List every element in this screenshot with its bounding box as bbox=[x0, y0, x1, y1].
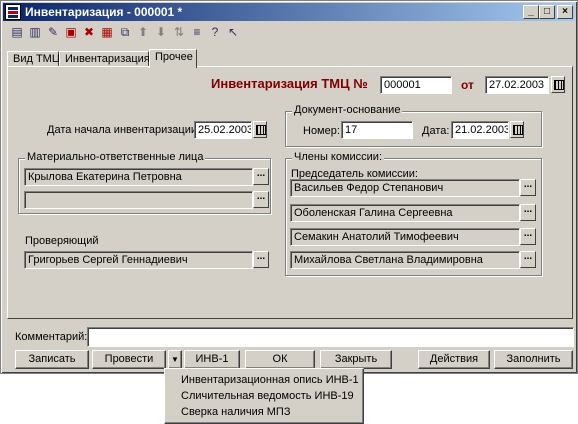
responsible-title: Материально-ответственные лица bbox=[25, 151, 206, 163]
select-button[interactable]: ... bbox=[520, 204, 536, 221]
tab-other[interactable]: Прочее bbox=[149, 49, 197, 68]
minimize-button[interactable]: _ bbox=[523, 5, 539, 19]
view-icon[interactable]: ▤ bbox=[9, 24, 25, 40]
basis-title: Документ-основание bbox=[292, 104, 403, 116]
calendar-icon[interactable] bbox=[510, 121, 524, 138]
checker-field[interactable]: Григорьев Сергей Геннадиевич bbox=[24, 251, 253, 269]
print-dropdown-menu: Инвентаризационная опись ИНВ-1 Сличитель… bbox=[164, 368, 364, 424]
ok-button[interactable]: ОК bbox=[245, 350, 315, 369]
whatsthis-icon[interactable]: ↖ bbox=[225, 24, 241, 40]
menu-item-inv1[interactable]: Инвентаризационная опись ИНВ-1 bbox=[181, 374, 359, 386]
tab-inventory[interactable]: Инвентаризация bbox=[59, 51, 150, 67]
maximize-button[interactable]: □ bbox=[539, 5, 555, 19]
close-form-button[interactable]: Закрыть bbox=[320, 350, 392, 369]
up-arrow-icon[interactable]: ⬆ bbox=[135, 24, 151, 40]
sort-icon[interactable]: ⇅ bbox=[171, 24, 187, 40]
filter-icon[interactable]: ≡ bbox=[189, 24, 205, 40]
fill-button[interactable]: Заполнить bbox=[494, 350, 573, 369]
title-bar[interactable]: Инвентаризация - 000001 * _ □ × bbox=[3, 3, 575, 21]
down-arrow-icon[interactable]: ⬇ bbox=[153, 24, 169, 40]
start-date-field[interactable]: 25.02.2003 bbox=[194, 121, 252, 139]
basis-number-label: Номер: bbox=[303, 125, 340, 137]
select-button[interactable]: ... bbox=[520, 179, 536, 196]
copy-icon[interactable]: ⧉ bbox=[117, 24, 133, 40]
edit-icon[interactable]: ✎ bbox=[45, 24, 61, 40]
post-button[interactable]: Провести bbox=[92, 350, 166, 369]
commission-member-field[interactable]: Семакин Анатолий Тимофеевич bbox=[290, 228, 520, 246]
menu-item-mpz-check[interactable]: Сверка наличия МПЗ bbox=[181, 406, 290, 418]
document-date-field[interactable]: 27.02.2003 bbox=[485, 76, 549, 94]
from-label: от bbox=[461, 78, 474, 92]
tab-goods-type[interactable]: Вид ТМЦ bbox=[7, 51, 60, 67]
inventory-window: Инвентаризация - 000001 * _ □ × ▤ ▥ ✎ ▣ … bbox=[0, 0, 578, 374]
document-heading: Инвентаризация ТМЦ № bbox=[211, 76, 368, 91]
select-button[interactable]: ... bbox=[253, 191, 269, 208]
inv1-button[interactable]: ИНВ-1 bbox=[184, 350, 240, 369]
basis-date-field[interactable]: 21.02.2003 bbox=[451, 121, 509, 139]
document-icon bbox=[5, 4, 21, 20]
basis-number-field[interactable]: 17 bbox=[341, 121, 413, 139]
calendar-icon[interactable] bbox=[551, 76, 565, 93]
select-button[interactable]: ... bbox=[253, 251, 269, 268]
commission-title: Члены комиссии: bbox=[292, 151, 385, 163]
dt-icon[interactable]: ✖ bbox=[81, 24, 97, 40]
comment-label: Комментарий: bbox=[15, 331, 88, 343]
basis-date-label: Дата: bbox=[422, 125, 450, 137]
post-dropdown-button[interactable]: ▼ bbox=[168, 350, 182, 369]
commission-member-field[interactable]: Оболенская Галина Сергеевна bbox=[290, 204, 520, 222]
actions-button[interactable]: Действия bbox=[418, 350, 490, 369]
select-button[interactable]: ... bbox=[520, 228, 536, 245]
select-button[interactable]: ... bbox=[253, 168, 269, 185]
commission-member-field[interactable]: Михайлова Светлана Владимировна bbox=[290, 251, 520, 269]
bill-icon[interactable]: ▥ bbox=[27, 24, 43, 40]
close-button[interactable]: × bbox=[557, 5, 573, 19]
window-title: Инвентаризация - 000001 * bbox=[25, 5, 183, 19]
help-icon[interactable]: ? bbox=[207, 24, 223, 40]
delete-icon[interactable]: ▣ bbox=[63, 24, 79, 40]
responsible-person-field[interactable] bbox=[24, 191, 253, 209]
menu-item-inv19[interactable]: Сличительная ведомость ИНВ-19 bbox=[181, 390, 354, 402]
toolbar: ▤ ▥ ✎ ▣ ✖ ▦ ⧉ ⬆ ⬇ ⇅ ≡ ? ↖ bbox=[3, 23, 575, 43]
comment-field[interactable] bbox=[87, 327, 574, 347]
responsible-person-field[interactable]: Крылова Екатерина Петровна bbox=[24, 168, 253, 186]
save-button[interactable]: Записать bbox=[15, 350, 89, 369]
post-icon[interactable]: ▦ bbox=[99, 24, 115, 40]
calendar-icon[interactable] bbox=[253, 121, 267, 138]
document-number-field[interactable]: 000001 bbox=[380, 76, 452, 94]
select-button[interactable]: ... bbox=[520, 251, 536, 268]
commission-member-field[interactable]: Васильев Федор Степанович bbox=[290, 179, 520, 197]
checker-label: Проверяющий bbox=[25, 235, 99, 247]
start-date-label: Дата начала инвентаризации bbox=[47, 124, 197, 136]
